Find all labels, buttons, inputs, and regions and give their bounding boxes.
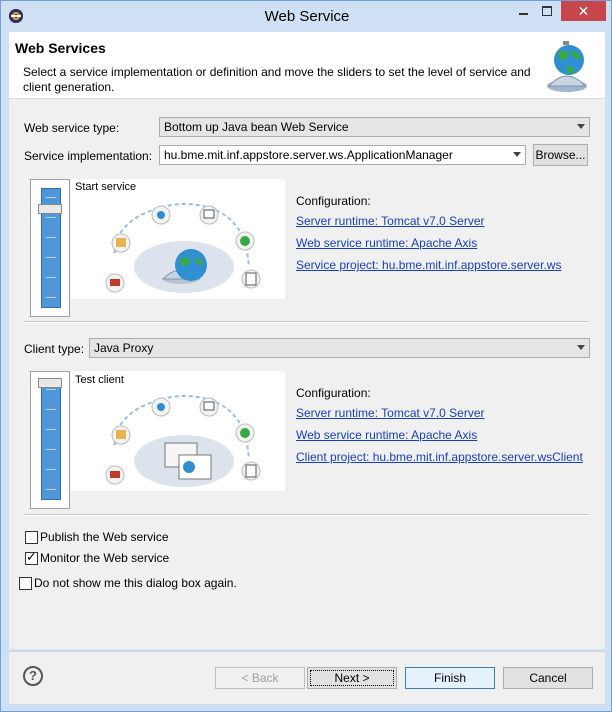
service-impl-label: Service implementation: [24, 149, 153, 163]
service-impl-input[interactable]: hu.bme.mit.inf.appstore.server.ws.Applic… [159, 145, 526, 165]
slider-tick [46, 297, 56, 298]
banner-title: Web Services [15, 40, 106, 56]
slider-tick [46, 449, 56, 450]
service-project-link[interactable]: Service project: hu.bme.mit.inf.appstore… [296, 258, 561, 272]
client-server-runtime-link[interactable]: Server runtime: Tomcat v7.0 Server [296, 406, 485, 420]
slider-tick [46, 257, 56, 258]
publish-checkbox[interactable] [25, 531, 38, 544]
service-level-label: Start service [75, 181, 137, 193]
client-level-slider[interactable] [30, 371, 70, 509]
close-button[interactable]: ✕ [561, 1, 606, 21]
dont-show-label[interactable]: Do not show me this dialog box again. [34, 576, 237, 590]
back-button[interactable]: < Back [215, 667, 305, 689]
monitor-checkbox[interactable] [25, 550, 38, 565]
client-illustration [71, 371, 285, 491]
service-slider-thumb[interactable] [38, 204, 62, 214]
next-button[interactable]: Next > [307, 667, 397, 689]
client-ws-runtime-link[interactable]: Web service runtime: Apache Axis [296, 428, 477, 442]
globe-bell-icon [547, 41, 587, 92]
client-project-link[interactable]: Client project: hu.bme.mit.inf.appstore.… [296, 450, 583, 464]
service-impl-value: hu.bme.mit.inf.appstore.server.ws.Applic… [164, 148, 453, 162]
slider-tick [46, 237, 56, 238]
service-ws-runtime-link[interactable]: Web service runtime: Apache Axis [296, 236, 477, 250]
title-bar[interactable]: Web Service ✕ [1, 1, 611, 32]
slider-tick [46, 277, 56, 278]
publish-label[interactable]: Publish the Web service [40, 530, 169, 544]
chevron-down-icon[interactable] [513, 152, 521, 157]
dont-show-checkbox[interactable] [19, 577, 32, 590]
slider-tick [46, 389, 56, 390]
section-separator [24, 321, 589, 323]
service-type-label: Web service type: [24, 121, 120, 135]
slider-tick [46, 489, 56, 490]
maximize-button[interactable] [536, 1, 558, 21]
client-config-label: Configuration: [296, 386, 371, 400]
dialog-window: Web Service ✕ Web Services Select a serv… [0, 0, 612, 712]
service-type-value: Bottom up Java bean Web Service [164, 120, 349, 134]
cancel-button[interactable]: Cancel [503, 667, 593, 689]
client-type-select[interactable]: Java Proxy [89, 338, 590, 358]
client-type-value: Java Proxy [94, 341, 154, 355]
slider-tick [46, 469, 56, 470]
help-icon[interactable]: ? [23, 666, 43, 686]
chevron-down-icon [577, 345, 585, 350]
finish-button[interactable]: Finish [405, 667, 495, 689]
service-illustration [71, 179, 285, 299]
slider-tick [46, 429, 56, 430]
banner-description: Select a service implementation or defin… [23, 65, 531, 94]
service-level-slider[interactable] [30, 179, 70, 317]
section-separator [24, 514, 589, 516]
service-config-label: Configuration: [296, 194, 371, 208]
service-flow-diagram [105, 203, 261, 293]
service-server-runtime-link[interactable]: Server runtime: Tomcat v7.0 Server [296, 214, 485, 228]
button-bar: ? < Back Next > Finish Cancel [9, 651, 605, 704]
minimize-button[interactable] [512, 1, 534, 21]
client-flow-diagram [105, 395, 261, 487]
client-level-label: Test client [75, 374, 124, 386]
client-slider-track[interactable] [41, 380, 61, 500]
wizard-content: Web service type: Bottom up Java bean We… [9, 99, 605, 649]
client-type-label: Client type: [24, 342, 85, 356]
slider-tick [46, 217, 56, 218]
wizard-banner: Web Services Select a service implementa… [9, 32, 605, 99]
chevron-down-icon [577, 124, 585, 129]
slider-tick [46, 197, 56, 198]
client-slider-thumb[interactable] [38, 378, 62, 388]
service-type-select[interactable]: Bottom up Java bean Web Service [159, 117, 590, 137]
close-icon: ✕ [577, 3, 590, 19]
slider-tick [46, 409, 56, 410]
monitor-label[interactable]: Monitor the Web service [40, 551, 169, 565]
browse-button[interactable]: Browse... [533, 144, 588, 166]
